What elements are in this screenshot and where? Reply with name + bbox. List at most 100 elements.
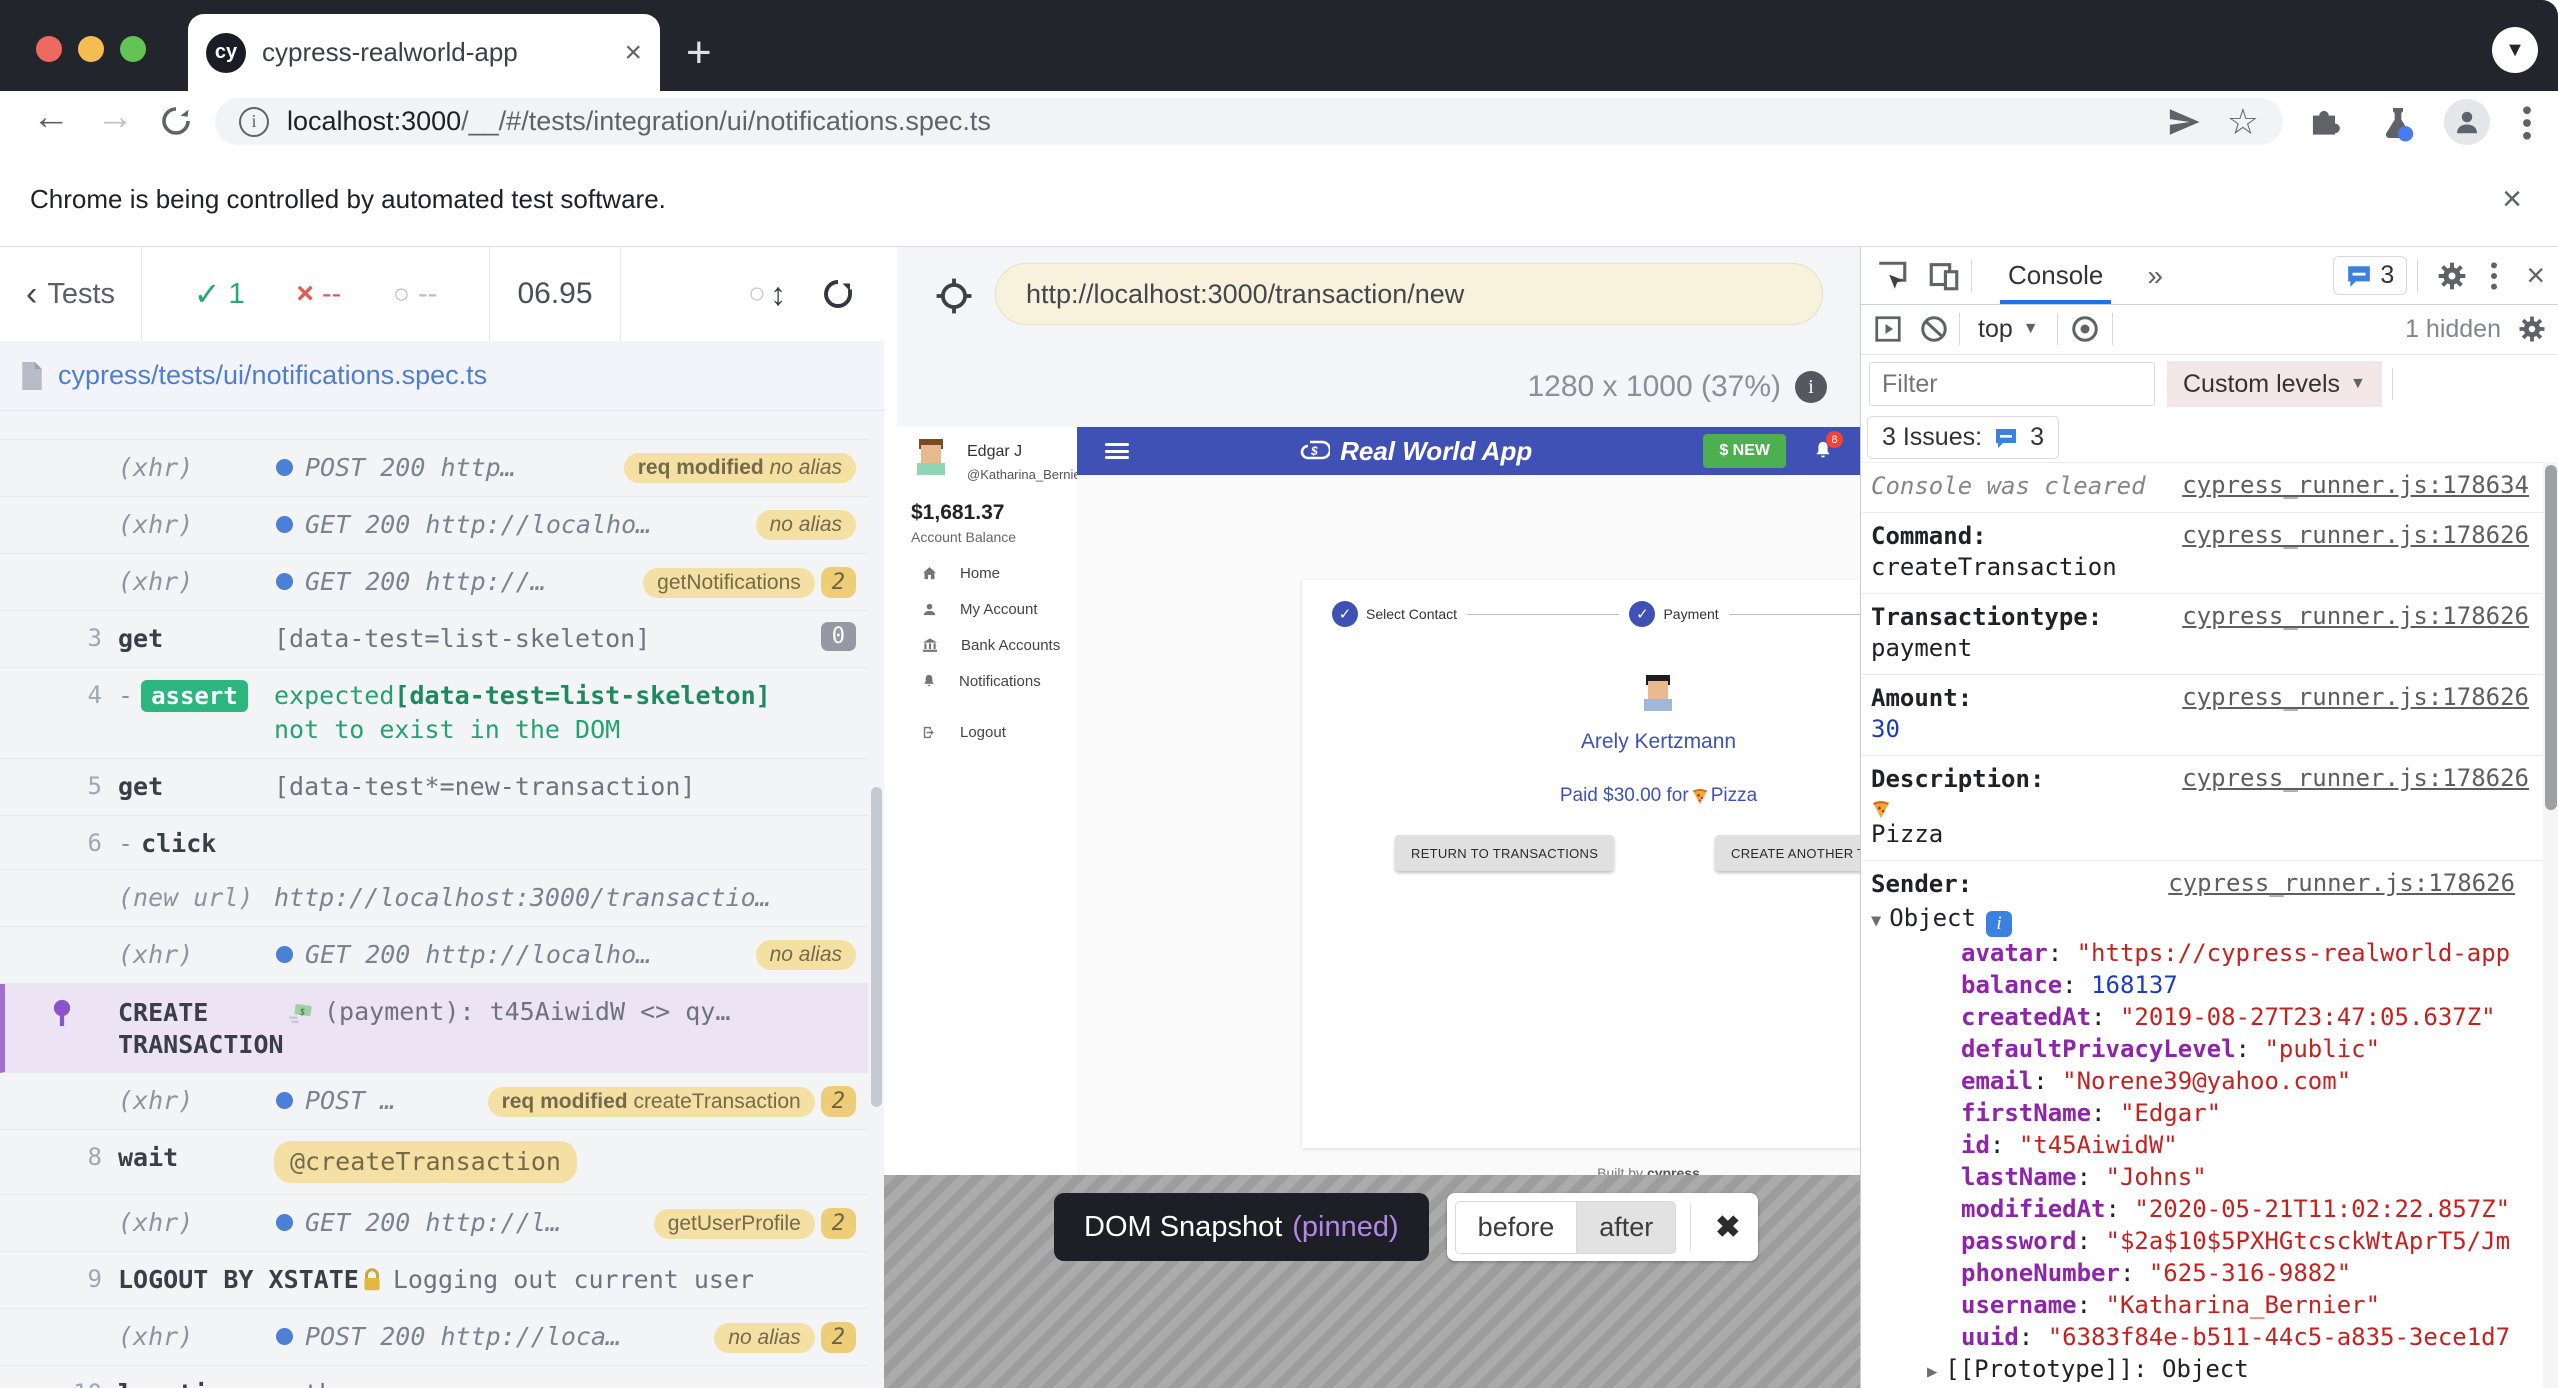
console-message[interactable]: Sender:▼Objectiavatar: "https://cypress-… (1861, 860, 2543, 1388)
source-link[interactable]: cypress_runner.js:178626 (2182, 764, 2543, 850)
sidebar-item-home[interactable]: Home (897, 558, 1077, 588)
command-row[interactable]: 5get[data-test*=new-transaction] (0, 759, 868, 816)
console-message-count[interactable]: 3 (2333, 256, 2407, 295)
new-tab-button[interactable]: + (686, 28, 712, 78)
extensions-puzzle-icon[interactable] (2305, 103, 2343, 141)
command-row[interactable]: 3get[data-test=list-skeleton]0 (0, 611, 868, 668)
filter-input[interactable]: Filter (1869, 362, 2155, 406)
traffic-light-maximize[interactable] (120, 36, 146, 62)
new-transaction-button[interactable]: $ NEW (1703, 434, 1786, 468)
bookmark-star-icon[interactable]: ☆ (2227, 104, 2259, 140)
show-console-sidebar-icon[interactable] (1873, 314, 1903, 344)
settings-gear-icon[interactable] (2428, 260, 2476, 292)
stepper-connector (1729, 614, 1860, 615)
command-row[interactable]: (xhr)POST 200 http…req modified no alias (0, 440, 868, 497)
failed-stat[interactable]: ×-- (296, 277, 341, 311)
devtools-scrollbar-thumb[interactable] (2545, 465, 2557, 810)
console-message[interactable]: Amount:30cypress_runner.js:178626 (1861, 674, 2543, 755)
source-link[interactable]: cypress_runner.js:178634 (2182, 471, 2543, 502)
selector-playground-icon[interactable] (935, 277, 973, 315)
command-row[interactable]: (xhr)GET 200 http://l…getUserProfile2 (0, 1195, 868, 1252)
pending-stat[interactable]: ○-- (393, 278, 437, 311)
tab-search-button[interactable]: ▼ (2492, 27, 2538, 73)
inspect-element-icon[interactable] (1875, 259, 1909, 293)
viewport-info-icon[interactable]: i (1795, 371, 1827, 403)
beaker-icon[interactable] (2378, 103, 2418, 143)
sidebar-item-logout[interactable]: Logout (897, 717, 1077, 747)
notifications-bell[interactable]: 8 (1812, 439, 1834, 463)
aut-url[interactable]: http://localhost:3000/transaction/new (995, 263, 1823, 325)
object-property: lastName: "Johns" (1871, 1161, 2511, 1193)
back-icon[interactable]: ← (32, 96, 70, 139)
command-row[interactable]: 6-click (0, 816, 868, 870)
hamburger-menu-icon[interactable] (1105, 443, 1129, 459)
back-to-tests-button[interactable]: ‹ Tests (0, 247, 142, 341)
xhr-dot-icon (276, 946, 293, 963)
console-message[interactable]: Console was clearedcypress_runner.js:178… (1861, 462, 2543, 512)
banner-close-icon[interactable]: × (2502, 180, 2522, 219)
snapshot-close-icon[interactable]: ✖ (1705, 1210, 1750, 1245)
sidebar-item-my-account[interactable]: My Account (897, 594, 1077, 624)
row-badges: req modified no alias (614, 451, 856, 483)
close-tab-icon[interactable]: × (624, 38, 642, 68)
object-prototype[interactable]: ▶[[Prototype]]: Object (1871, 1353, 2511, 1388)
command-row[interactable]: (xhr)POST 200 http://loca…no alias2 (0, 1309, 868, 1366)
spec-file-link[interactable]: cypress/tests/ui/notifications.spec.ts (58, 360, 487, 391)
clear-console-icon[interactable] (1919, 314, 1949, 344)
restart-tests-icon[interactable] (820, 276, 856, 312)
command-row[interactable]: (new url)http://localhost:3000/transacti… (0, 870, 868, 927)
context-selector[interactable]: top▼ (1970, 315, 2047, 344)
console-message[interactable]: Transactiontype:paymentcypress_runner.js… (1861, 593, 2543, 674)
command-row[interactable]: (xhr)GET 200 http://localho…no alias (0, 497, 868, 554)
reload-icon[interactable] (158, 103, 194, 139)
device-toolbar-icon[interactable] (1927, 259, 1961, 293)
source-link[interactable]: cypress_runner.js:178626 (2182, 602, 2543, 664)
command-row[interactable]: (xhr)POST …req modified createTransactio… (0, 1073, 868, 1130)
sidebar-item-label: Notifications (959, 673, 1041, 690)
profile-avatar[interactable] (2444, 99, 2490, 145)
console-message-text: Sender:▼Objectiavatar: "https://cypress-… (1871, 869, 2511, 1388)
browser-tab[interactable]: cy cypress-realworld-app × (188, 14, 660, 91)
step-check-icon: ✓ (1332, 601, 1358, 627)
source-link[interactable]: cypress_runner.js:178626 (2182, 521, 2543, 583)
info-badge-icon[interactable]: i (1986, 911, 2012, 937)
command-row[interactable]: 9LOGOUT BY XSTATELogging out current use… (0, 1252, 868, 1309)
reporter-scrollbar-thumb[interactable] (871, 787, 882, 1107)
source-link[interactable]: cypress_runner.js:178626 (2168, 869, 2529, 897)
menu-dots-icon[interactable] (2522, 105, 2532, 141)
command-row[interactable]: 10locationpathname (0, 1366, 868, 1388)
eye-icon[interactable] (2068, 314, 2102, 344)
command-row[interactable]: 4-assertexpected [data-test=list-skeleto… (0, 668, 868, 759)
console-settings-gear-icon[interactable] (2517, 314, 2547, 344)
tab-console[interactable]: Console (1982, 247, 2129, 304)
url-bar[interactable]: i localhost:3000/__/#/tests/integration/… (215, 98, 2283, 145)
sidebar-item-notifications[interactable]: Notifications (897, 666, 1077, 696)
passed-stat[interactable]: ✓1 (194, 275, 245, 313)
hidden-messages-label[interactable]: 1 hidden (2405, 315, 2501, 344)
sidebar-item-bank-accounts[interactable]: Bank Accounts (897, 630, 1077, 660)
after-button[interactable]: after (1577, 1201, 1676, 1254)
console-message[interactable]: Description: Pizzacypress_runner.js:1786… (1861, 755, 2543, 860)
viewport-scroll-icon[interactable]: ○↕ (748, 276, 786, 313)
command-row[interactable]: (xhr)GET 200 http://localho…no alias (0, 927, 868, 984)
card-button-create-another[interactable]: CREATE ANOTHER TRANSACTION (1715, 835, 1860, 871)
card-button-return[interactable]: RETURN TO TRANSACTIONS (1395, 835, 1614, 871)
send-icon[interactable] (2167, 105, 2201, 139)
row-message-text: GET 200 http://… (305, 565, 546, 599)
route-badge: no alias (756, 940, 856, 970)
page-info-icon[interactable]: i (239, 107, 269, 137)
traffic-light-close[interactable] (36, 36, 62, 62)
before-button[interactable]: before (1455, 1201, 1578, 1254)
command-row[interactable]: (xhr)GET 200 http://…getNotifications2 (0, 554, 868, 611)
traffic-light-minimize[interactable] (78, 36, 104, 62)
issues-button[interactable]: 3 Issues: 3 (1867, 416, 2059, 459)
console-message[interactable]: Command:createTransactioncypress_runner.… (1861, 512, 2543, 593)
log-levels-dropdown[interactable]: Custom levels▼ (2167, 361, 2382, 407)
more-tabs-icon[interactable]: » (2129, 260, 2181, 292)
devtools-close-icon[interactable]: × (2512, 257, 2558, 294)
command-row[interactable]: 8wait@createTransaction (0, 1130, 868, 1195)
pinned-command-row[interactable]: CREATE TRANSACTION$(payment): t45AiwidW … (0, 984, 868, 1073)
object-preview[interactable]: ▼Objecti (1871, 902, 2511, 937)
source-link[interactable]: cypress_runner.js:178626 (2182, 683, 2543, 745)
devtools-menu-dots-icon[interactable] (2476, 261, 2512, 291)
